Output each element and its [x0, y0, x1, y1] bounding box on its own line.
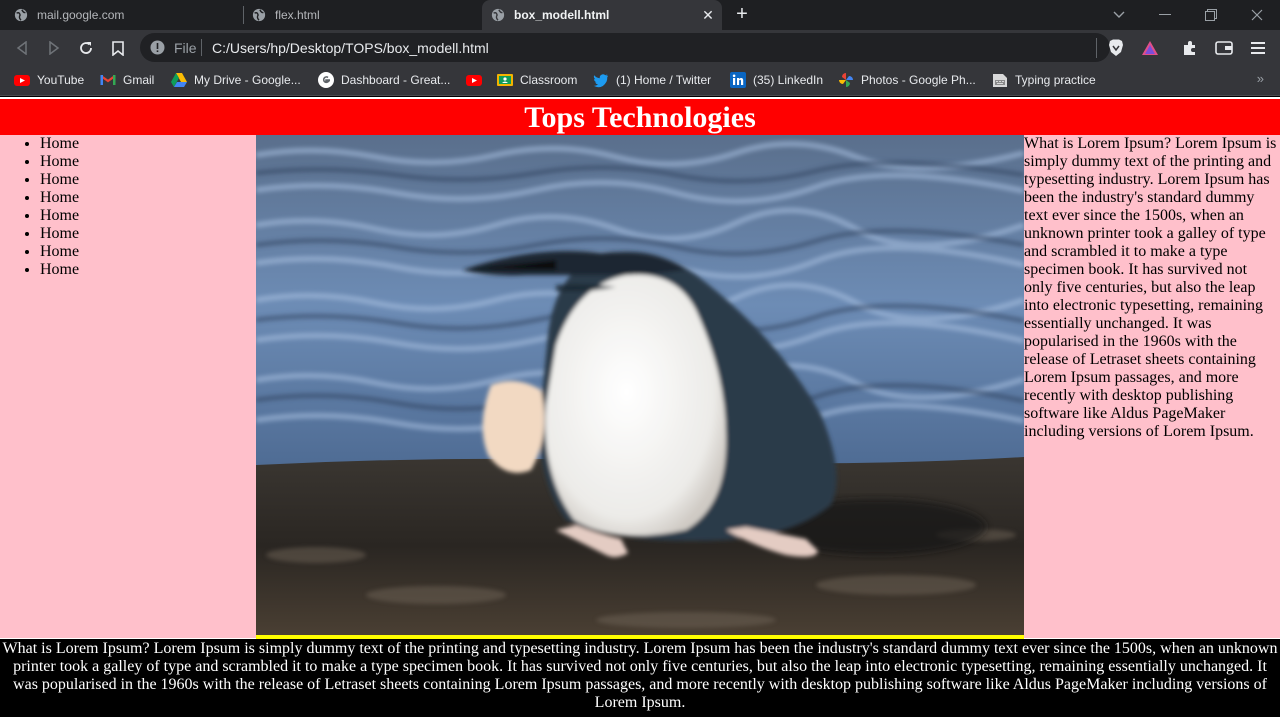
photos-pinwheel-icon — [839, 73, 853, 87]
bookmark-typing-practice[interactable]: Typing practice — [992, 72, 1096, 88]
page-header: Tops Technologies — [0, 99, 1280, 135]
penguin-photo — [256, 135, 1024, 635]
globe-icon — [252, 8, 266, 22]
bookmarks-overflow-icon[interactable]: » — [1257, 71, 1264, 86]
forward-arrow-icon — [49, 41, 60, 55]
gmail-icon — [100, 75, 116, 85]
puzzle-icon — [1184, 41, 1195, 55]
hamburger-menu-icon — [1251, 42, 1265, 54]
nav-item: Home — [40, 171, 256, 189]
chevron-down-icon — [1113, 11, 1125, 18]
bookmark-label: Typing practice — [1015, 73, 1096, 87]
footer-paragraph: What is Lorem Ipsum? Lorem Ipsum is simp… — [2, 640, 1278, 711]
toolbar-divider — [1096, 38, 1097, 58]
tab-mail[interactable]: mail.google.com — [0, 0, 243, 30]
restore-icon — [1205, 9, 1217, 21]
typing-keyboard-icon — [993, 74, 1007, 87]
brave-lion-icon — [1109, 39, 1123, 56]
close-icon — [1251, 9, 1263, 21]
left-sidebar: Home Home Home Home Home Home Home Home — [0, 135, 256, 638]
nav-item: Home — [40, 261, 256, 279]
bookmark-photos[interactable]: Photos - Google Ph... — [838, 72, 976, 88]
new-tab-button[interactable]: + — [731, 4, 753, 26]
nav-item: Home — [40, 207, 256, 225]
bookmark-my-drive[interactable]: My Drive - Google... — [171, 72, 301, 88]
twitter-icon — [593, 74, 608, 88]
bookmarks-bar: YouTube Gmail My Drive - Google... Dashb… — [0, 65, 1280, 96]
linkedin-icon — [730, 72, 746, 88]
minimize-icon — [1159, 14, 1171, 15]
page-viewport: Tops Technologies Home Home Home Home Ho… — [0, 97, 1280, 720]
bookmark-dashboard[interactable]: Dashboard - Great... — [318, 72, 450, 88]
aside-paragraph: What is Lorem Ipsum? Lorem Ipsum is simp… — [1024, 135, 1277, 440]
brave-shields-button[interactable] — [1105, 37, 1127, 59]
wallet-button[interactable] — [1213, 37, 1235, 59]
bookmark-label: Photos - Google Ph... — [861, 73, 976, 87]
tab-search-button[interactable] — [1096, 0, 1142, 30]
reload-button[interactable] — [75, 37, 97, 59]
globe-icon — [491, 8, 505, 22]
youtube-icon — [14, 75, 30, 86]
address-bar[interactable]: File C:/Users/hp/Desktop/TOPS/box_modell… — [140, 33, 1110, 62]
tab-title: box_modell.html — [514, 8, 610, 22]
bookmark-label: (35) LinkedIn — [753, 73, 824, 87]
bookmark-label: Dashboard - Great... — [341, 73, 451, 87]
right-aside: What is Lorem Ipsum? Lorem Ipsum is simp… — [1024, 135, 1280, 638]
bookmark-label: Gmail — [123, 73, 155, 87]
back-arrow-icon — [16, 41, 27, 55]
bookmark-youtube-2[interactable] — [466, 72, 489, 88]
browser-toolbar: File C:/Users/hp/Desktop/TOPS/box_modell… — [0, 30, 1280, 65]
bookmark-button[interactable] — [107, 37, 129, 59]
nav-list: Home Home Home Home Home Home Home Home — [0, 135, 256, 279]
tab-title: flex.html — [275, 8, 320, 22]
info-icon[interactable] — [150, 40, 165, 55]
tab-strip: mail.google.com flex.html box_modell.htm… — [0, 0, 1280, 30]
forward-button[interactable] — [43, 37, 65, 59]
page-title: Tops Technologies — [524, 101, 756, 134]
google-icon — [318, 72, 334, 88]
bookmark-label: Classroom — [520, 73, 578, 87]
bookmark-label: (1) Home / Twitter — [616, 73, 712, 87]
globe-icon — [14, 8, 28, 22]
bookmark-gmail[interactable]: Gmail — [100, 72, 154, 88]
drive-icon — [171, 73, 187, 87]
tab-flex[interactable]: flex.html — [244, 0, 482, 30]
bookmark-youtube[interactable]: YouTube — [14, 72, 84, 88]
wallet-icon — [1215, 41, 1233, 55]
bookmark-label: My Drive - Google... — [194, 73, 301, 87]
extensions-button[interactable] — [1179, 37, 1201, 59]
omnibox-divider — [201, 39, 202, 56]
nav-item: Home — [40, 225, 256, 243]
rewards-triangle-icon — [1142, 41, 1158, 55]
bookmark-twitter[interactable]: (1) Home / Twitter — [593, 72, 711, 88]
minimize-button[interactable] — [1142, 0, 1188, 30]
bookmark-linkedin[interactable]: (35) LinkedIn — [730, 72, 823, 88]
page-footer: What is Lorem Ipsum? Lorem Ipsum is simp… — [0, 639, 1280, 717]
menu-button[interactable] — [1247, 37, 1269, 59]
close-tab-icon[interactable]: ✕ — [700, 7, 716, 23]
bookmark-label: YouTube — [37, 73, 85, 87]
nav-item: Home — [40, 243, 256, 261]
reload-icon — [80, 42, 92, 54]
bookmark-icon — [112, 40, 124, 56]
nav-item: Home — [40, 153, 256, 171]
nav-item: Home — [40, 135, 256, 153]
tab-title: mail.google.com — [37, 8, 125, 22]
penguin-image — [256, 135, 1024, 635]
youtube-icon — [466, 75, 482, 86]
close-window-button[interactable] — [1234, 0, 1280, 30]
restore-button[interactable] — [1188, 0, 1234, 30]
bookmark-classroom[interactable]: Classroom — [497, 72, 577, 88]
back-button[interactable] — [11, 37, 33, 59]
scheme-label: File — [174, 40, 197, 56]
classroom-icon — [497, 74, 513, 86]
url-text[interactable]: C:/Users/hp/Desktop/TOPS/box_modell.html — [212, 40, 489, 56]
nav-item: Home — [40, 189, 256, 207]
tab-box-modell[interactable]: box_modell.html ✕ — [482, 0, 722, 30]
brave-rewards-button[interactable] — [1139, 37, 1161, 59]
